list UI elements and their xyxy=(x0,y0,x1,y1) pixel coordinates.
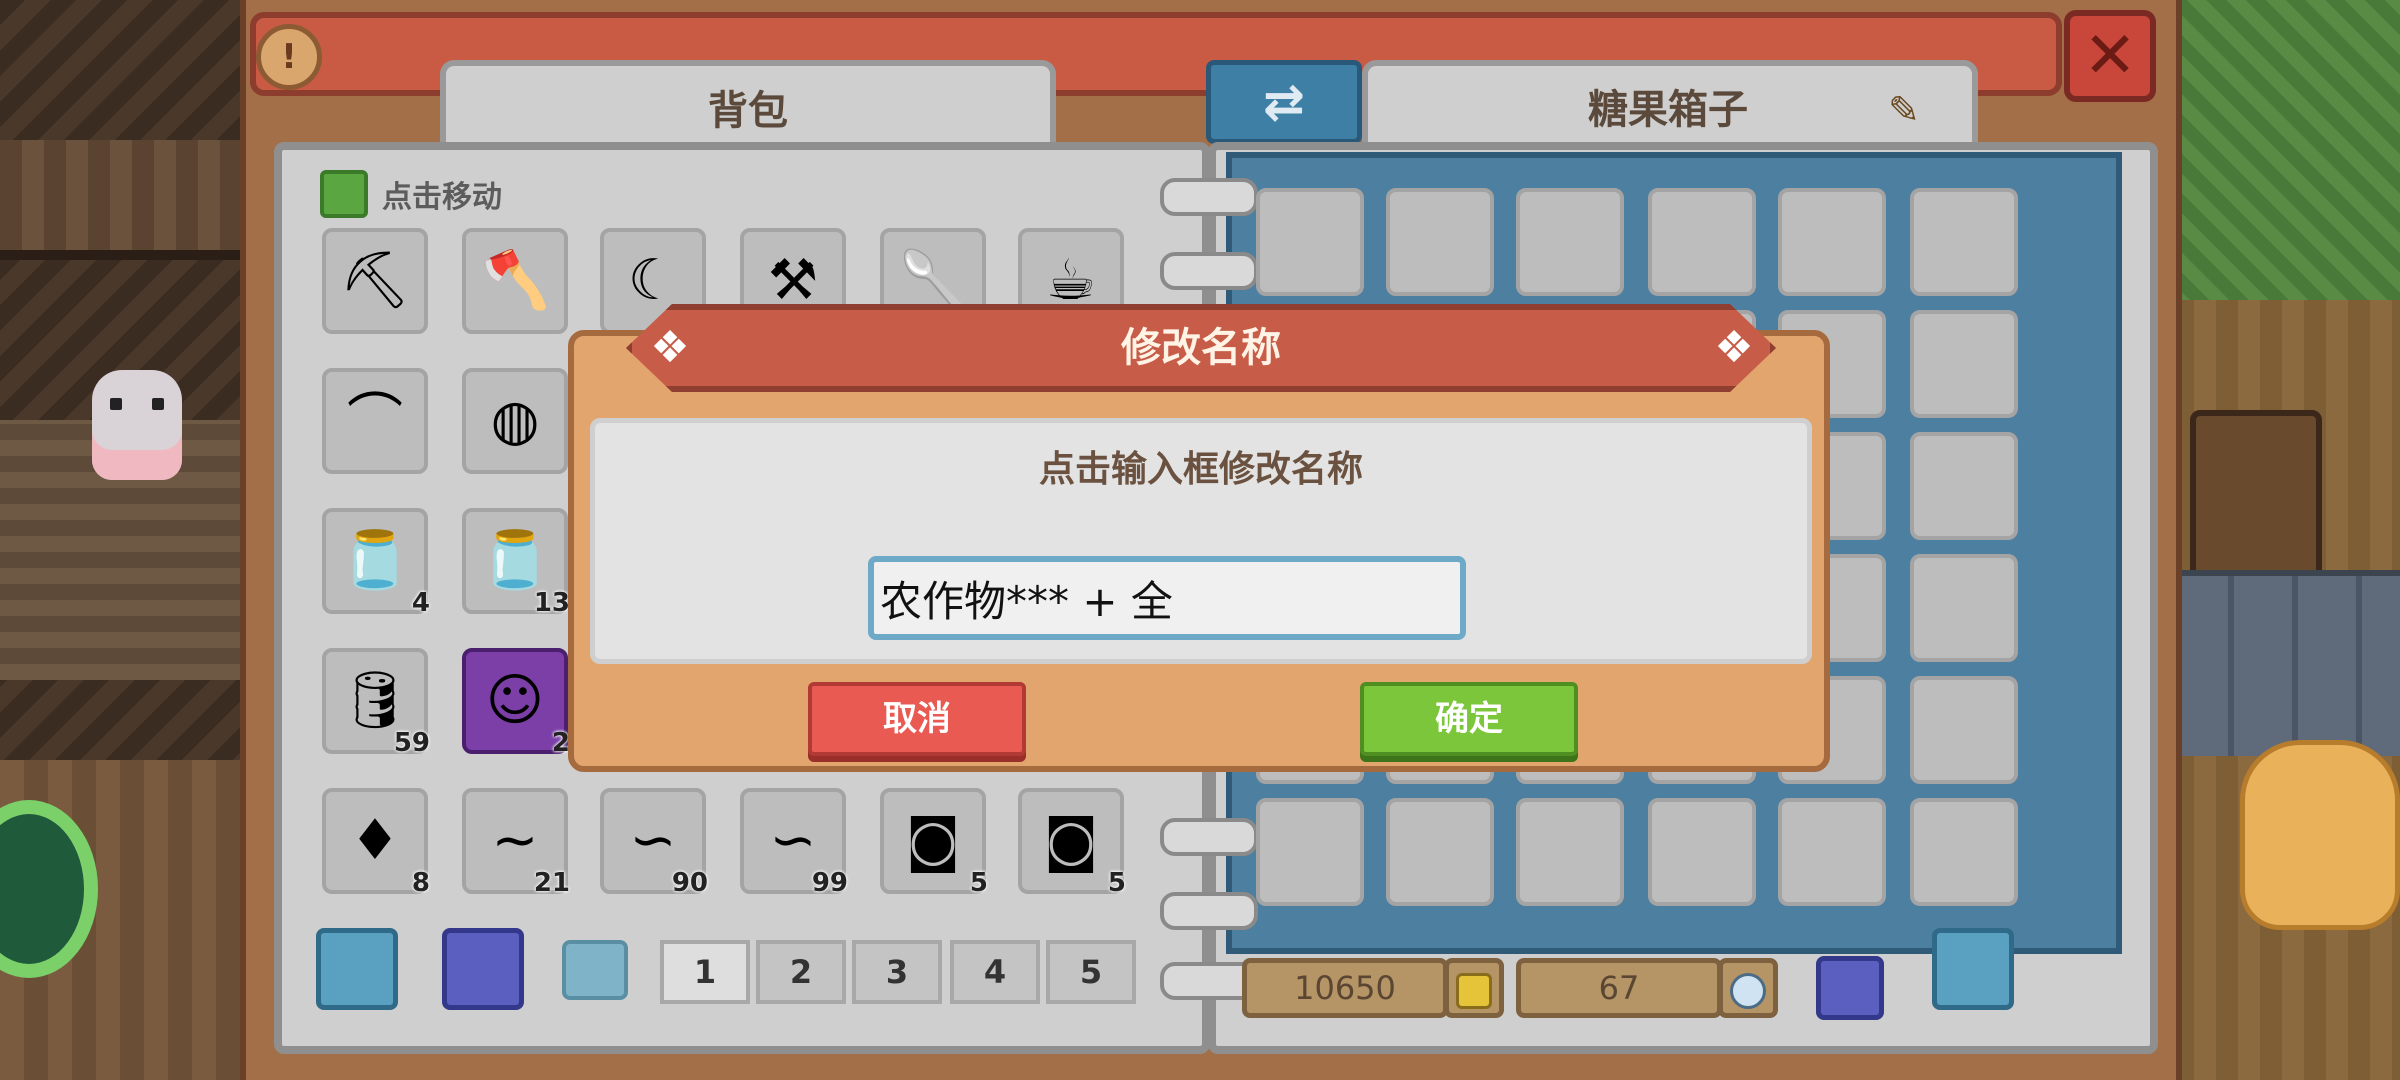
chest-slot[interactable] xyxy=(1386,188,1494,296)
chest-slot[interactable] xyxy=(1256,188,1364,296)
inventory-slot[interactable]: ☺ 2 xyxy=(462,648,570,758)
name-input[interactable] xyxy=(868,556,1466,640)
item-count: 99 xyxy=(811,868,848,898)
inventory-slot[interactable]: 🫙 13 xyxy=(462,508,570,618)
chest-slot[interactable] xyxy=(1910,554,2018,662)
chest-slot[interactable] xyxy=(1516,798,1624,906)
dialog-hint: 点击输入框修改名称 xyxy=(1038,449,1363,490)
chest-slot[interactable] xyxy=(1910,188,2018,296)
click-move-toggle[interactable]: 点击移动 xyxy=(320,170,502,218)
milk-jar-icon: 🫙 xyxy=(340,528,410,593)
cow-sprite xyxy=(92,370,182,480)
checkbox-icon[interactable] xyxy=(320,170,368,218)
inventory-slot[interactable]: ◙ 5 xyxy=(880,788,988,898)
inventory-slot[interactable]: ∽ 90 xyxy=(600,788,708,898)
close-button[interactable]: ✕ xyxy=(2064,10,2156,102)
portrait-card-icon: ☺ xyxy=(485,668,545,733)
click-move-label: 点击移动 xyxy=(382,180,502,215)
confirm-button[interactable]: 确定 xyxy=(1360,682,1578,756)
item-count: 21 xyxy=(533,868,570,898)
inventory-slot[interactable]: ~21 xyxy=(462,788,570,898)
item-count: 90 xyxy=(671,868,708,898)
chest-slot[interactable] xyxy=(1910,798,2018,906)
page-button-3[interactable]: 3 xyxy=(852,940,942,1004)
info-button[interactable]: ! xyxy=(256,24,322,90)
chest-grid-view-icon[interactable] xyxy=(1932,928,2014,1010)
gem-icon xyxy=(1718,958,1778,1018)
page-button-1[interactable]: 1 xyxy=(660,940,750,1004)
teddy-bear-decoration xyxy=(2240,740,2400,930)
inventory-slot[interactable]: 🪓 xyxy=(462,228,568,334)
farm-barn-background xyxy=(0,0,260,1080)
chest-slot[interactable] xyxy=(1648,188,1756,296)
inventory-slot[interactable]: ♦ 8 xyxy=(322,788,430,898)
pickaxe-icon: ⛏ xyxy=(339,248,411,313)
chest-slot[interactable] xyxy=(1778,188,1886,296)
seed-basket-blue-icon: ◙ xyxy=(1043,808,1099,873)
ring-icon: ◍ xyxy=(490,388,540,453)
item-count: 59 xyxy=(393,728,430,758)
chest-name-label[interactable]: 糖果箱子 xyxy=(1428,76,1908,148)
barn-roof xyxy=(0,140,240,260)
diamond-right-icon: ❖ xyxy=(1714,322,1754,373)
farm-yard-background xyxy=(2150,0,2400,1080)
inventory-slot[interactable]: 🛢 59 xyxy=(322,648,430,758)
chest-slot[interactable] xyxy=(1386,798,1494,906)
diamond-left-icon: ❖ xyxy=(650,322,690,373)
dialog-title: 修改名称 xyxy=(1121,325,1281,371)
inventory-slot[interactable]: ∽ 99 xyxy=(740,788,848,898)
item-count: 5 xyxy=(1107,868,1126,898)
grid-view-icon[interactable] xyxy=(316,928,398,1010)
item-count: 5 xyxy=(969,868,988,898)
chest-slot[interactable] xyxy=(1256,798,1364,906)
stone-path xyxy=(2170,570,2400,756)
purple-gem-icon: ♦ xyxy=(349,808,401,873)
inventory-slot[interactable]: 🫙 4 xyxy=(322,508,430,618)
chest-slot[interactable] xyxy=(1778,798,1886,906)
page-button-4[interactable]: 4 xyxy=(950,940,1040,1004)
gem-amount: 67 xyxy=(1516,958,1722,1018)
gold-amount: 10650 xyxy=(1242,958,1448,1018)
deposit-icon[interactable] xyxy=(1816,956,1884,1020)
split-icon[interactable] xyxy=(562,940,628,1000)
fishing-rod-icon: ⌒ xyxy=(347,388,403,453)
grass-area xyxy=(2150,0,2400,300)
item-count: 8 xyxy=(411,868,430,898)
inventory-slot[interactable]: ⌒ xyxy=(322,368,428,474)
binder-ring xyxy=(1160,252,1258,290)
binder-ring xyxy=(1160,892,1258,930)
inventory-slot[interactable]: ◙ 5 xyxy=(1018,788,1126,898)
page-button-2[interactable]: 2 xyxy=(756,940,846,1004)
cancel-button[interactable]: 取消 xyxy=(808,682,1026,756)
item-count: 4 xyxy=(411,588,430,618)
pencil-icon[interactable]: ✎ xyxy=(1888,90,1928,130)
axe-icon: 🪓 xyxy=(480,248,550,313)
gold-coin-icon xyxy=(1444,958,1504,1018)
chest-slot[interactable] xyxy=(1516,188,1624,296)
binder-ring xyxy=(1160,178,1258,216)
binder-ring xyxy=(1160,818,1258,856)
chest-slot[interactable] xyxy=(1910,676,2018,784)
chest-slot[interactable] xyxy=(1648,798,1756,906)
inventory-slot[interactable]: ⛏ xyxy=(322,228,428,334)
swap-button[interactable]: ⇄ xyxy=(1206,60,1362,144)
chest-slot[interactable] xyxy=(1910,310,2018,418)
inventory-slot[interactable]: ◍ xyxy=(462,368,568,474)
seed-basket-icon: ◙ xyxy=(905,808,961,873)
sort-icon[interactable] xyxy=(442,928,524,1010)
item-count: 13 xyxy=(533,588,570,618)
chest-slot[interactable] xyxy=(1910,432,2018,540)
page-button-5[interactable]: 5 xyxy=(1046,940,1136,1004)
